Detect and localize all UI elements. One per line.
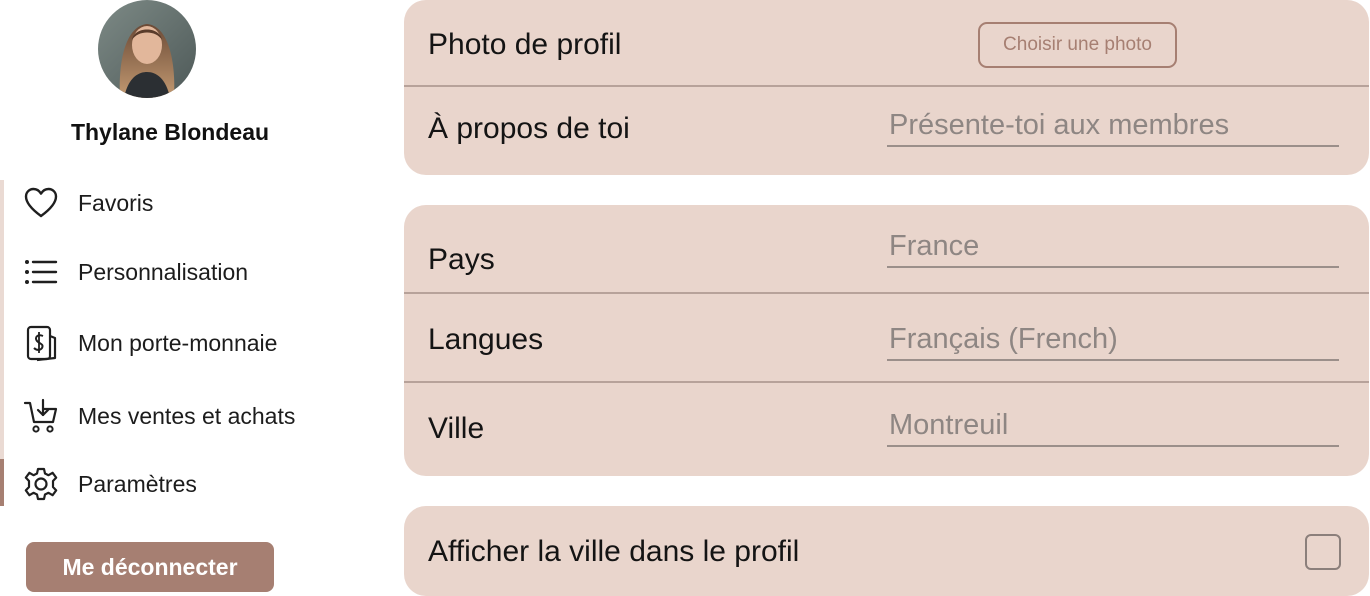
city-label: Ville — [428, 412, 485, 445]
location-card: Pays Langues Ville — [404, 205, 1369, 476]
show-city-checkbox[interactable] — [1305, 534, 1341, 570]
sidebar-item-parametres[interactable]: Paramètres — [22, 462, 197, 506]
divider — [404, 292, 1369, 294]
country-label: Pays — [428, 243, 495, 276]
about-label: À propos de toi — [428, 112, 630, 145]
sidebar-item-favoris[interactable]: Favoris — [22, 181, 153, 225]
photo-label: Photo de profil — [428, 28, 622, 61]
profile-name: Thylane Blondeau — [70, 119, 270, 145]
sidebar-item-label: Personnalisation — [78, 258, 249, 285]
nav-active-indicator — [0, 459, 4, 506]
heart-icon — [22, 184, 60, 222]
sidebar-item-label: Paramètres — [78, 470, 197, 497]
sidebar-item-label: Favoris — [78, 189, 154, 216]
about-input[interactable] — [887, 107, 1339, 147]
languages-field[interactable] — [887, 321, 1339, 361]
divider — [404, 85, 1369, 87]
languages-label: Langues — [428, 323, 544, 356]
sidebar-item-label: Mon porte-monnaie — [78, 329, 278, 356]
avatar-photo-icon — [98, 0, 196, 98]
country-field[interactable] — [887, 228, 1339, 268]
sidebar-item-porte-monnaie[interactable]: Mon porte-monnaie — [22, 321, 277, 365]
list-icon — [22, 253, 60, 291]
visibility-card: Afficher la ville dans le profil — [404, 506, 1369, 596]
choose-photo-button[interactable]: Choisir une photo — [978, 22, 1177, 68]
profile-card: Photo de profil Choisir une photo À prop… — [404, 0, 1369, 175]
sidebar-item-label: Mes ventes et achats — [78, 402, 296, 429]
show-city-label: Afficher la ville dans le profil — [428, 535, 800, 568]
sidebar-item-ventes-achats[interactable]: Mes ventes et achats — [22, 394, 295, 438]
divider — [404, 381, 1369, 383]
city-field[interactable] — [887, 407, 1339, 447]
sidebar-item-personnalisation[interactable]: Personnalisation — [22, 250, 248, 294]
wallet-icon — [22, 324, 60, 362]
logout-button[interactable]: Me déconnecter — [26, 542, 274, 592]
nav-rail — [0, 180, 4, 506]
gear-icon — [22, 465, 60, 503]
sidebar: Thylane Blondeau Favoris Personnalisatio… — [0, 0, 400, 596]
cart-icon — [22, 397, 60, 435]
avatar[interactable] — [98, 0, 196, 98]
